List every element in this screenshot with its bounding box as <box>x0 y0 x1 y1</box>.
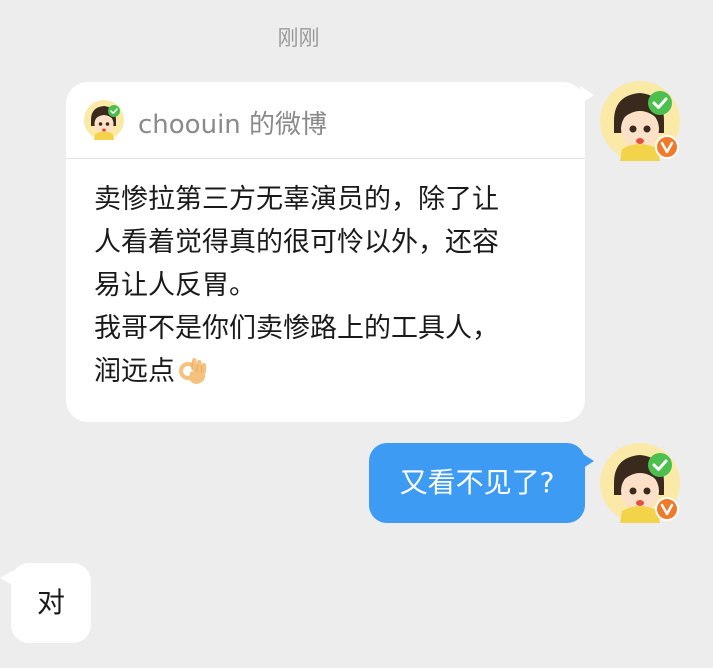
card-text-line-last: 润远点 <box>94 350 564 393</box>
card-text-line: 润远点 <box>94 356 175 387</box>
outgoing-message-text: 又看不见了? <box>399 466 555 499</box>
ok-hand-emoji-icon <box>179 358 206 384</box>
message-timestamp: 刚刚 <box>277 26 320 50</box>
card-text-line: 人看着觉得真的很可怜以外，还容 <box>94 227 499 258</box>
card-body: 卖惨拉第三方无辜演员的，除了让 人看着觉得真的很可怜以外，还容 易让人反胃。 我… <box>94 178 564 393</box>
shared-weibo-card[interactable]: choouin 的微博 卖惨拉第三方无辜演员的，除了让 人看着觉得真的很可怜以外… <box>66 82 585 422</box>
card-avatar-icon <box>84 100 124 140</box>
card-title: choouin 的微博 <box>138 110 328 140</box>
card-text-line: 卖惨拉第三方无辜演员的，除了让 <box>94 184 499 215</box>
incoming-message-bubble[interactable]: 对 <box>11 563 91 643</box>
outgoing-message-bubble[interactable]: 又看不见了? <box>369 443 585 523</box>
user-avatar-icon[interactable] <box>600 443 680 523</box>
user-avatar-icon[interactable] <box>600 81 680 161</box>
card-text-line: 易让人反胃。 <box>94 270 256 301</box>
card-text-line: 我哥不是你们卖惨路上的工具人， <box>94 313 499 344</box>
incoming-message-text: 对 <box>36 586 65 619</box>
card-header[interactable]: choouin 的微博 <box>66 82 585 159</box>
